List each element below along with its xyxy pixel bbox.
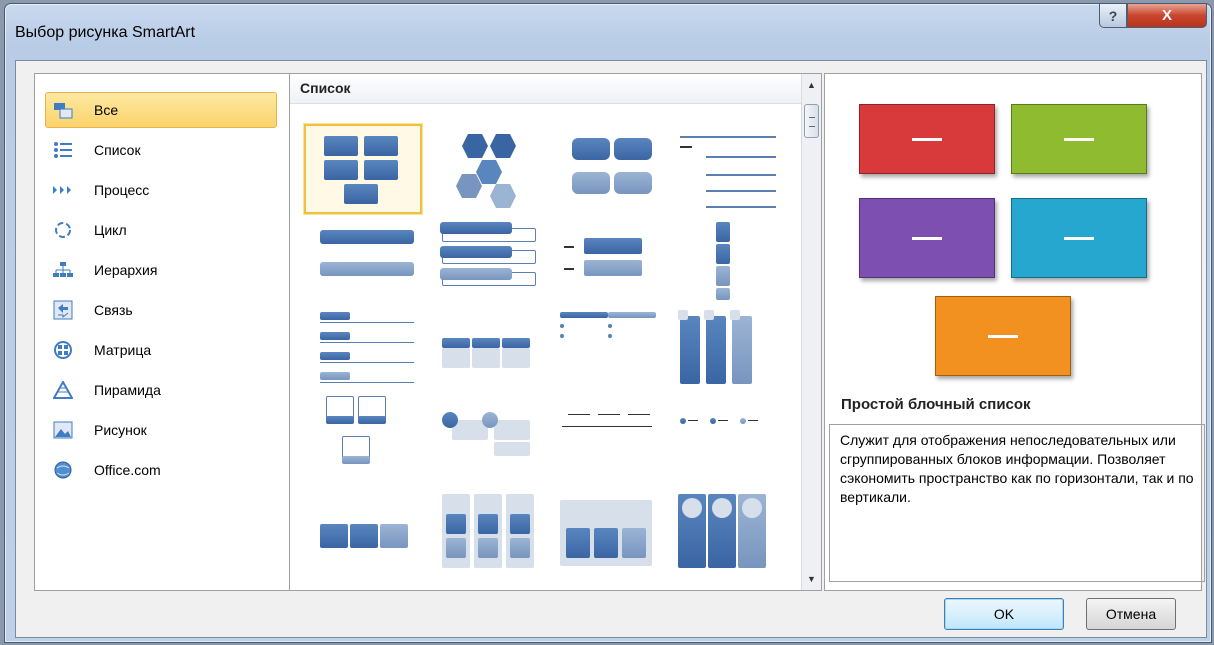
category-label: Пирамида: [94, 382, 161, 398]
category-item-relationship[interactable]: Связь: [45, 292, 277, 328]
layout-thumb-dot-lines[interactable]: [556, 390, 674, 480]
layout-thumb-pin-list[interactable]: [674, 390, 792, 480]
layout-thumb-basic-block-list[interactable]: [304, 124, 422, 214]
help-icon: ?: [1108, 7, 1118, 24]
gallery-header-label: Список: [300, 80, 351, 96]
cycle-icon: [52, 219, 74, 241]
title-bar[interactable]: Выбор рисунка SmartArt ? X: [5, 4, 1211, 60]
category-item-picture[interactable]: Рисунок: [45, 412, 277, 448]
category-item-list[interactable]: Список: [45, 132, 277, 168]
category-label: Все: [94, 102, 119, 118]
gallery-header: Список: [290, 74, 802, 104]
close-button[interactable]: X: [1127, 4, 1207, 28]
help-button[interactable]: ?: [1099, 4, 1127, 28]
preview-block-blue: [1011, 198, 1147, 278]
preview-block-red: [859, 104, 995, 174]
picture-icon: [52, 419, 74, 441]
category-list: Все Список Процесс Цикл Иерархия Связь М…: [34, 73, 289, 591]
scroll-down-icon[interactable]: ▼: [802, 570, 821, 588]
process-icon: [52, 179, 74, 201]
layout-thumb-vertical-columns[interactable]: [674, 304, 792, 394]
preview-block-green: [1011, 104, 1147, 174]
preview-title: Простой блочный список: [841, 396, 1031, 413]
category-label: Рисунок: [94, 422, 147, 438]
layout-thumb-vertical-stack[interactable]: [674, 214, 792, 304]
category-label: Связь: [94, 302, 133, 318]
list-icon: [52, 139, 74, 161]
layout-thumb-hexagon-cluster[interactable]: [436, 124, 554, 214]
matrix-icon: [52, 339, 74, 361]
scroll-thumb[interactable]: [804, 104, 819, 138]
preview-block-purple: [859, 198, 995, 278]
category-item-hierarchy[interactable]: Иерархия: [45, 252, 277, 288]
layout-thumb-tabbed-columns[interactable]: [556, 488, 674, 578]
layout-thumb-circle-cards[interactable]: [436, 390, 554, 480]
pyramid-icon: [52, 379, 74, 401]
layout-thumb-stacked-lines[interactable]: [674, 124, 792, 214]
category-item-office-com[interactable]: Office.com: [45, 452, 277, 488]
category-item-matrix[interactable]: Матрица: [45, 332, 277, 368]
layout-gallery: Список ▲ ▼: [289, 73, 822, 591]
window-title: Выбор рисунка SmartArt: [15, 24, 196, 41]
category-label: Список: [94, 142, 141, 158]
category-item-cycle[interactable]: Цикл: [45, 212, 277, 248]
category-item-all[interactable]: Все: [45, 92, 277, 128]
preview-block-orange: [935, 296, 1071, 376]
layout-thumb-grouped-boxes[interactable]: [436, 488, 554, 578]
category-item-process[interactable]: Процесс: [45, 172, 277, 208]
category-label: Иерархия: [94, 262, 158, 278]
layout-thumb-tab-list[interactable]: [316, 304, 434, 394]
hierarchy-icon: [52, 259, 74, 281]
relationship-icon: [52, 299, 74, 321]
preview-description: Служит для отображения непоследовательны…: [829, 424, 1205, 582]
layout-thumb-circle-columns[interactable]: [674, 488, 792, 578]
layout-thumb-picture-blocks[interactable]: [316, 390, 434, 480]
layout-thumb-horizontal-bullet[interactable]: [556, 304, 674, 394]
layout-thumb-horizontal-bars[interactable]: [316, 214, 434, 304]
gallery-scrollbar[interactable]: ▲ ▼: [801, 74, 821, 590]
layout-thumb-table-list[interactable]: [436, 304, 554, 394]
ok-button[interactable]: OK: [944, 598, 1064, 630]
preview-panel: Простой блочный список Служит для отобра…: [824, 73, 1205, 591]
layout-thumb-outlined-bars[interactable]: [436, 214, 554, 304]
category-label: Матрица: [94, 342, 152, 358]
scroll-up-icon[interactable]: ▲: [802, 76, 821, 94]
smartart-dialog: Выбор рисунка SmartArt ? X Все Список Пр…: [4, 3, 1212, 643]
office-com-icon: [52, 459, 74, 481]
category-item-pyramid[interactable]: Пирамида: [45, 372, 277, 408]
category-label: Процесс: [94, 182, 150, 198]
close-icon: X: [1161, 7, 1172, 24]
layout-thumb-rounded-blocks[interactable]: [556, 124, 674, 214]
cancel-button[interactable]: Отмена: [1086, 598, 1176, 630]
category-label: Office.com: [94, 462, 161, 478]
all-icon: [52, 99, 74, 121]
layout-thumb-stacked-tabs[interactable]: [316, 492, 434, 582]
dialog-body: Все Список Процесс Цикл Иерархия Связь М…: [15, 60, 1207, 638]
category-label: Цикл: [94, 222, 127, 238]
layout-thumb-bracket-list[interactable]: [556, 214, 674, 304]
